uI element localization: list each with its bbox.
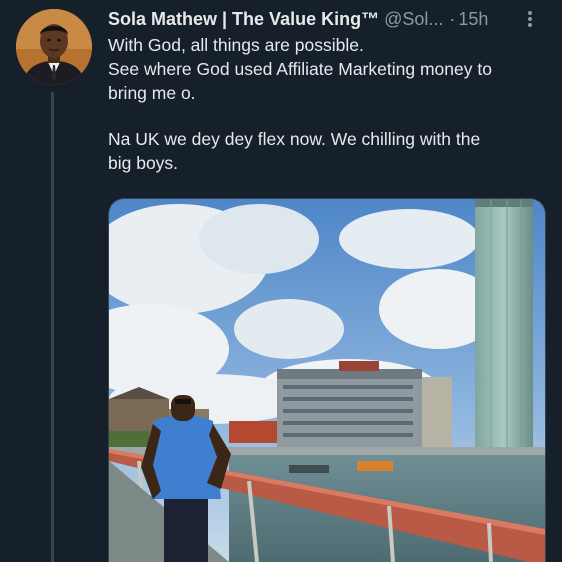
tweet-media-photo[interactable] [108, 198, 546, 562]
text-line: bring me o. [108, 83, 196, 103]
display-name[interactable]: Sola Mathew | The Value King™ [108, 9, 379, 29]
timestamp[interactable]: 15h [458, 9, 488, 29]
text-line: Na UK we dey dey flex now. We chilling w… [108, 129, 481, 149]
user-handle[interactable]: @Sol... [384, 9, 443, 29]
photo-waterfront-scene [109, 199, 545, 562]
text-line: big boys. [108, 153, 179, 173]
avatar[interactable] [16, 9, 92, 85]
tweet-header: Sola Mathew | The Value King™ @Sol... · 15h [108, 7, 548, 31]
more-vertical-icon[interactable] [523, 9, 537, 29]
text-line: See where God used Affiliate Marketing m… [108, 59, 492, 79]
tweet[interactable]: Sola Mathew | The Value King™ @Sol... · 15h… [0, 0, 562, 562]
avatar-photo [16, 9, 92, 85]
thread-line [51, 92, 54, 562]
text-line: With God, all things are possible. [108, 35, 364, 55]
tweet-text: With God, all things are possible. See w… [108, 33, 548, 175]
separator-dot: · [449, 9, 456, 29]
